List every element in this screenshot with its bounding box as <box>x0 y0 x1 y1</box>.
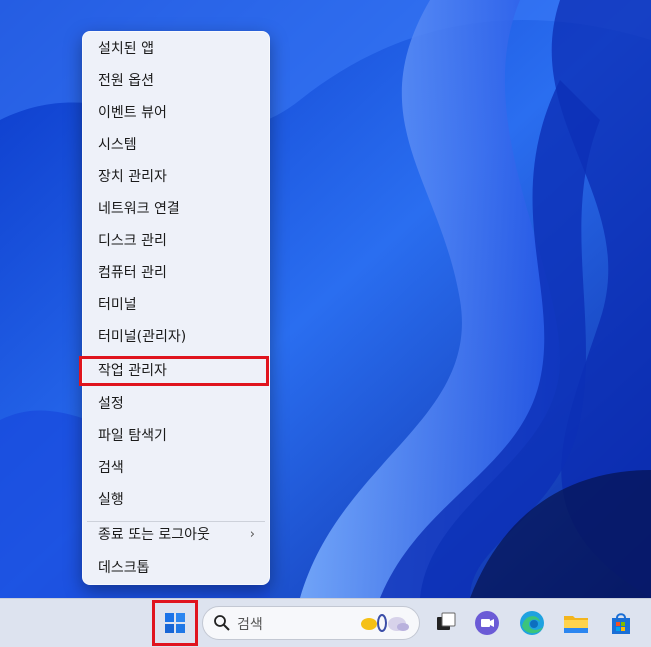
menu-item-label: 터미널 <box>98 297 137 313</box>
menu-item[interactable]: 데스크톱 <box>83 553 269 583</box>
menu-item-label: 장치 관리자 <box>98 169 167 185</box>
menu-item[interactable]: 작업 관리자 <box>79 356 269 386</box>
menu-item-label: 실행 <box>98 492 124 508</box>
menu-separator <box>87 521 265 522</box>
menu-item[interactable]: 실행 <box>83 485 269 515</box>
windows-start-icon <box>165 613 185 633</box>
search-label: 검색 <box>237 617 263 633</box>
menu-item-label: 터미널(관리자) <box>98 329 187 345</box>
menu-item-label: 디스크 관리 <box>98 233 167 249</box>
menu-item[interactable]: 네트워크 연결 <box>83 194 269 224</box>
taskbar: 검색 <box>0 598 651 647</box>
menu-item[interactable]: 검색 <box>83 453 269 483</box>
menu-item-label: 데스크톱 <box>98 560 150 576</box>
menu-item[interactable]: 터미널(관리자) <box>83 322 269 352</box>
menu-item[interactable]: 디스크 관리 <box>83 226 269 256</box>
start-context-menu: 설치된 앱전원 옵션이벤트 뷰어시스템장치 관리자네트워크 연결디스크 관리컴퓨… <box>79 31 270 585</box>
menu-item[interactable]: 장치 관리자 <box>83 162 269 192</box>
menu-item[interactable]: 시스템 <box>83 130 269 160</box>
menu-item-label: 컴퓨터 관리 <box>98 265 167 281</box>
chat-icon[interactable] <box>472 608 502 638</box>
menu-item[interactable]: 파일 탐색기 <box>83 421 269 451</box>
widgets-icon <box>361 614 409 632</box>
menu-item-label: 설정 <box>98 396 124 412</box>
store-icon[interactable] <box>606 608 636 638</box>
menu-item-label: 시스템 <box>98 137 137 153</box>
menu-item-label: 이벤트 뷰어 <box>98 105 167 121</box>
menu-item-label: 종료 또는 로그아웃 <box>98 527 210 543</box>
chevron-right-icon: › <box>249 527 255 542</box>
menu-item-label: 파일 탐색기 <box>98 428 167 444</box>
menu-item[interactable]: 터미널 <box>83 290 269 320</box>
menu-item[interactable]: 컴퓨터 관리 <box>83 258 269 288</box>
file-explorer-icon[interactable] <box>561 608 591 638</box>
menu-item-label: 작업 관리자 <box>98 363 167 379</box>
menu-item[interactable]: 종료 또는 로그아웃 › <box>83 520 269 550</box>
menu-item[interactable]: 설치된 앱 <box>83 34 269 64</box>
start-button[interactable] <box>152 600 198 646</box>
search-icon <box>214 615 230 631</box>
menu-item[interactable]: 이벤트 뷰어 <box>83 98 269 128</box>
task-view-icon[interactable] <box>431 608 461 638</box>
menu-item-label: 네트워크 연결 <box>98 201 180 217</box>
menu-item[interactable]: 설정 <box>83 389 269 419</box>
menu-item[interactable]: 전원 옵션 <box>83 66 269 96</box>
menu-item-label: 전원 옵션 <box>98 73 154 89</box>
menu-item-label: 설치된 앱 <box>98 41 154 57</box>
taskbar-search[interactable]: 검색 <box>202 606 420 640</box>
menu-item-label: 검색 <box>98 460 124 476</box>
edge-icon[interactable] <box>517 608 547 638</box>
